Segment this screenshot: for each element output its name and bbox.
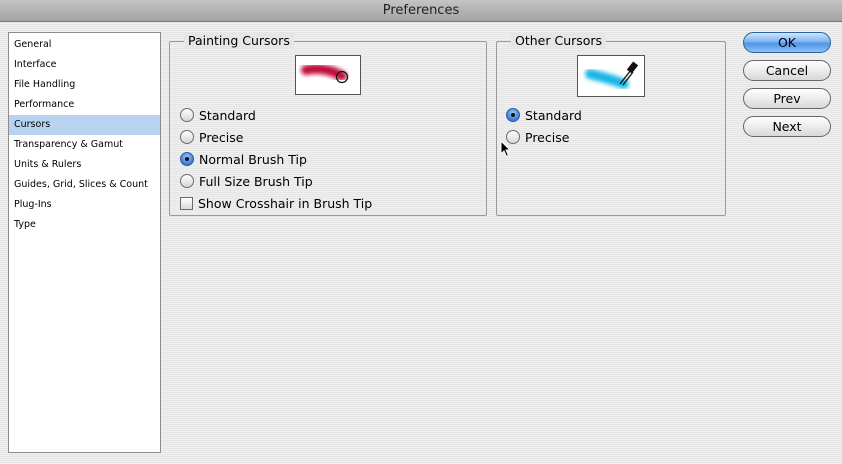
sidebar-item-guides-grid-slices[interactable]: Guides, Grid, Slices & Count (9, 175, 160, 195)
painting-cursors-group: Painting Cursors Standard Precise Normal… (169, 33, 487, 216)
sidebar-item-cursors[interactable]: Cursors (9, 115, 160, 135)
eyedropper-preview-icon (577, 55, 645, 97)
painting-precise-radio[interactable] (180, 130, 194, 144)
next-button[interactable]: Next (743, 116, 831, 137)
sidebar-item-type[interactable]: Type (9, 215, 160, 235)
show-crosshair-checkbox[interactable] (180, 196, 193, 210)
other-precise-option[interactable]: Precise (506, 128, 569, 146)
painting-full-size-brush-tip-label: Full Size Brush Tip (199, 173, 313, 189)
cancel-button[interactable]: Cancel (743, 60, 831, 81)
painting-standard-label: Standard (199, 107, 256, 123)
prev-button[interactable]: Prev (743, 88, 831, 109)
painting-precise-label: Precise (199, 129, 244, 145)
painting-normal-brush-tip-radio[interactable] (180, 152, 194, 166)
show-crosshair-option[interactable]: Show Crosshair in Brush Tip (180, 194, 372, 212)
painting-standard-radio[interactable] (180, 108, 194, 122)
preferences-category-list[interactable]: General Interface File Handling Performa… (8, 32, 161, 453)
sidebar-item-transparency-gamut[interactable]: Transparency & Gamut (9, 135, 160, 155)
sidebar-item-performance[interactable]: Performance (9, 95, 160, 115)
mouse-pointer-icon (500, 140, 512, 158)
painting-full-size-brush-tip-radio[interactable] (180, 174, 194, 188)
sidebar-item-units-rulers[interactable]: Units & Rulers (9, 155, 160, 175)
other-cursors-group: Other Cursors Standard Precise (496, 33, 726, 216)
sidebar-item-file-handling[interactable]: File Handling (9, 75, 160, 95)
painting-normal-brush-tip-label: Normal Brush Tip (199, 151, 307, 167)
sidebar-item-plug-ins[interactable]: Plug-Ins (9, 195, 160, 215)
dialog-content: General Interface File Handling Performa… (0, 22, 842, 464)
other-standard-radio[interactable] (506, 108, 520, 122)
other-standard-label: Standard (525, 107, 582, 123)
other-cursors-title: Other Cursors (511, 33, 607, 49)
other-standard-option[interactable]: Standard (506, 106, 582, 124)
sidebar-item-general[interactable]: General (9, 35, 160, 55)
ok-button[interactable]: OK (743, 32, 831, 53)
window-title: Preferences (0, 0, 842, 22)
show-crosshair-label: Show Crosshair in Brush Tip (198, 195, 373, 211)
painting-precise-option[interactable]: Precise (180, 128, 243, 146)
sidebar-item-interface[interactable]: Interface (9, 55, 160, 75)
other-precise-label: Precise (525, 129, 570, 145)
painting-cursors-title: Painting Cursors (184, 33, 294, 49)
painting-normal-brush-tip-option[interactable]: Normal Brush Tip (180, 150, 307, 168)
painting-standard-option[interactable]: Standard (180, 106, 256, 124)
painting-full-size-brush-tip-option[interactable]: Full Size Brush Tip (180, 172, 313, 190)
brush-stroke-preview-icon (295, 55, 361, 95)
